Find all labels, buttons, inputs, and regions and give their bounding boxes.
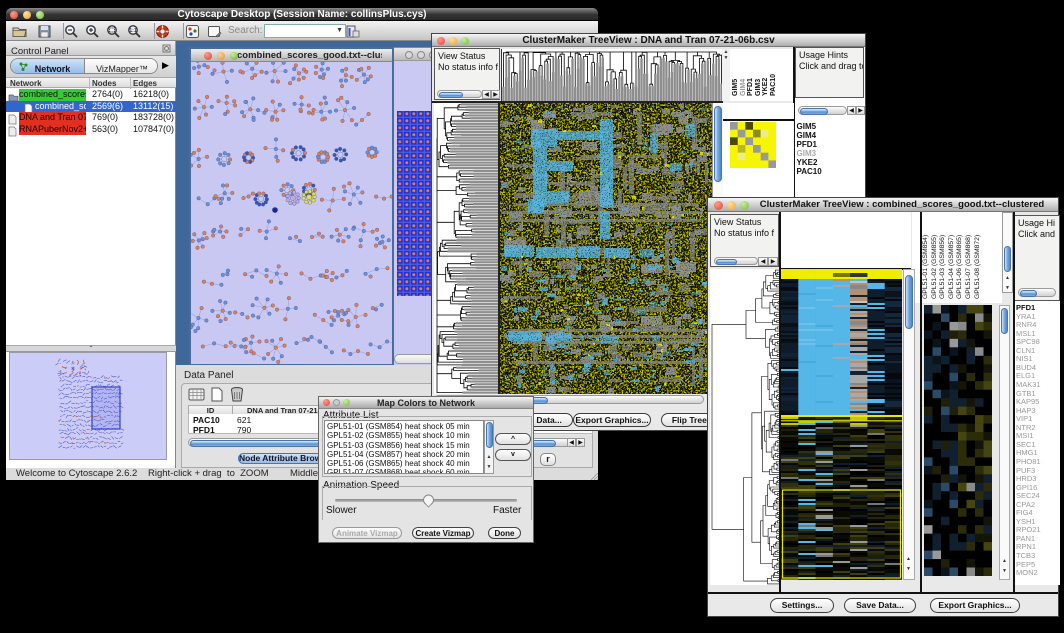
svg-text:1:1: 1:1	[129, 28, 136, 34]
